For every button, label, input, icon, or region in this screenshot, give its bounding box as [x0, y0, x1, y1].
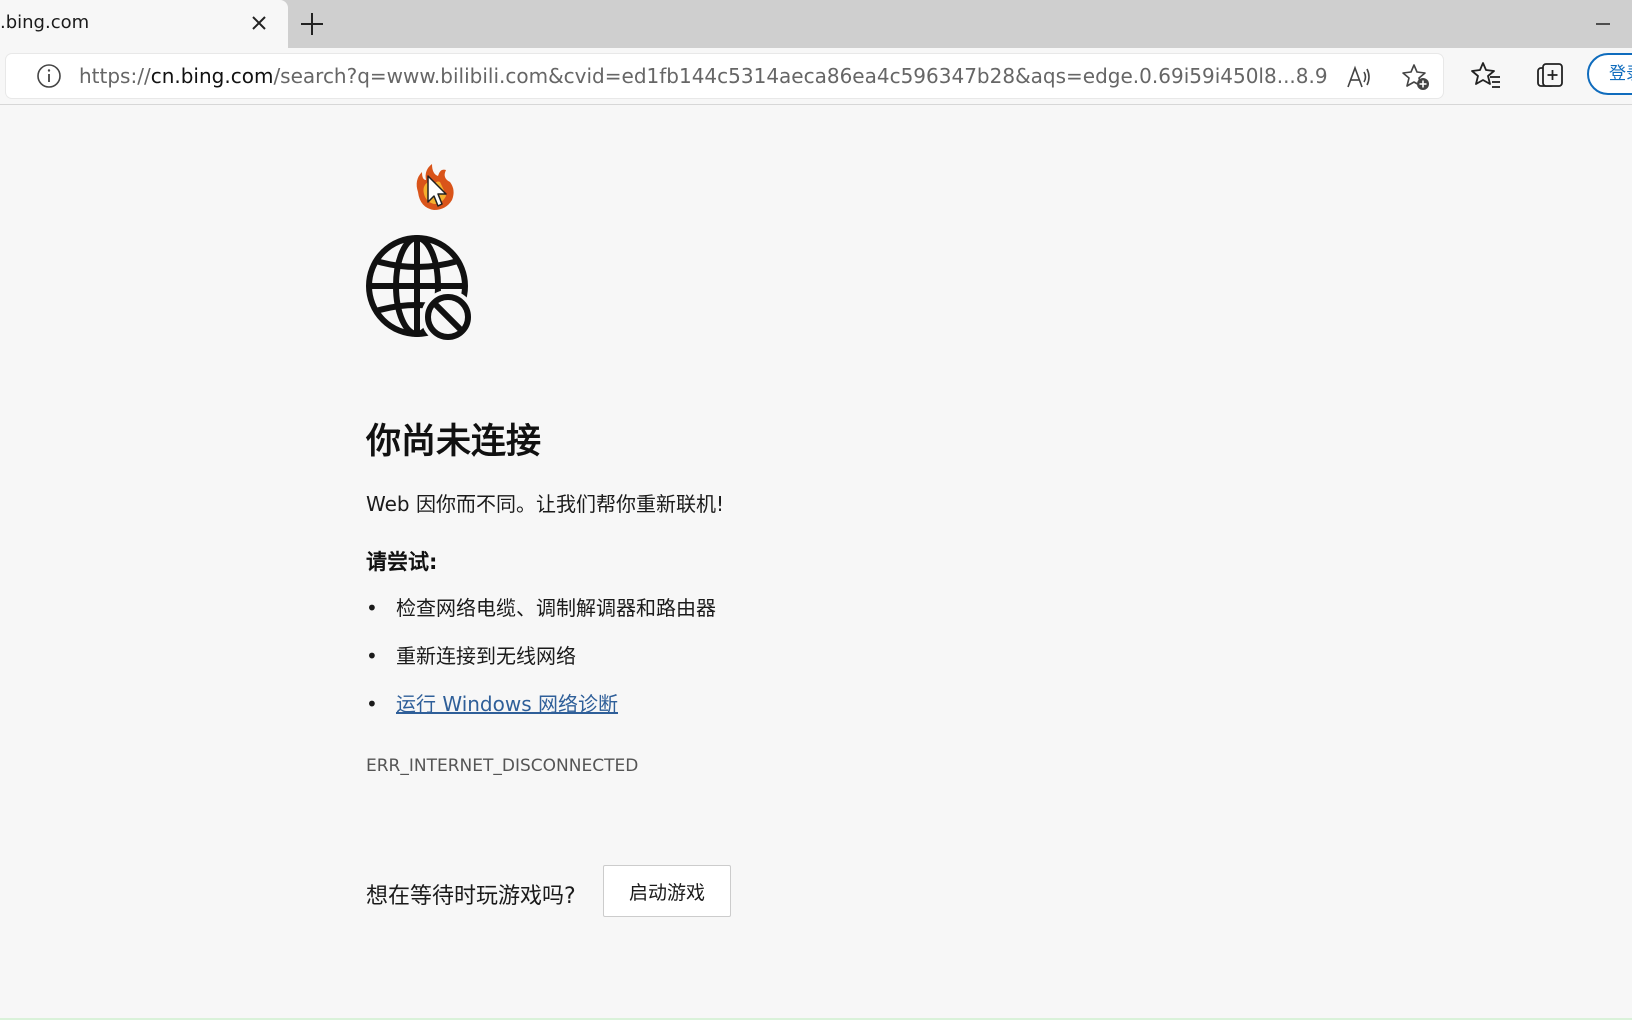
- tab-strip: .bing.com: [0, 0, 1632, 48]
- bullet: •: [366, 596, 378, 620]
- globe-blocked-icon: [366, 235, 475, 344]
- plus-icon[interactable]: [297, 9, 327, 39]
- tip-text: 重新连接到无线网络: [396, 644, 576, 668]
- network-diagnostics-link[interactable]: 运行 Windows 网络诊断: [396, 692, 618, 716]
- address-bar[interactable]: https://cn.bing.com/search?q=www.bilibil…: [6, 54, 1443, 98]
- bullet: •: [366, 692, 378, 716]
- try-label: 请尝试:: [366, 550, 438, 574]
- star-add-icon[interactable]: [1401, 62, 1431, 92]
- collections-icon[interactable]: [1535, 61, 1565, 91]
- list-item: • 运行 Windows 网络诊断: [366, 690, 716, 738]
- info-icon[interactable]: [36, 63, 62, 89]
- list-item: • 检查网络电缆、调制解调器和路由器: [366, 594, 716, 642]
- url-path: /search?q=www.bilibili.com&cvid=ed1fb144…: [273, 64, 1329, 88]
- close-icon[interactable]: [246, 10, 272, 36]
- url-host: cn.bing.com: [150, 64, 274, 88]
- tips-list: • 检查网络电缆、调制解调器和路由器 • 重新连接到无线网络 • 运行 Wind…: [366, 594, 716, 738]
- url-prefix: https://: [79, 64, 151, 88]
- game-question: 想在等待时玩游戏吗?: [366, 884, 576, 909]
- favorites-icon[interactable]: [1470, 60, 1502, 92]
- page-title: 你尚未连接: [366, 422, 542, 462]
- error-subtitle: Web 因你而不同。让我们帮你重新联机!: [366, 492, 724, 516]
- sign-in-button[interactable]: 登录: [1587, 53, 1632, 95]
- launch-game-button[interactable]: 启动游戏: [603, 865, 731, 917]
- flaming-cursor-icon: [416, 164, 454, 210]
- tip-text: 检查网络电缆、调制解调器和路由器: [396, 596, 716, 620]
- error-code: ERR_INTERNET_DISCONNECTED: [366, 756, 639, 776]
- active-tab[interactable]: .bing.com: [0, 0, 288, 48]
- url-text[interactable]: https://cn.bing.com/search?q=www.bilibil…: [79, 64, 1329, 88]
- read-aloud-icon[interactable]: [1344, 63, 1372, 91]
- tab-title: .bing.com: [0, 12, 90, 33]
- browser-toolbar: https://cn.bing.com/search?q=www.bilibil…: [0, 48, 1632, 105]
- minimize-icon[interactable]: [1588, 14, 1618, 34]
- bullet: •: [366, 644, 378, 668]
- list-item: • 重新连接到无线网络: [366, 642, 716, 690]
